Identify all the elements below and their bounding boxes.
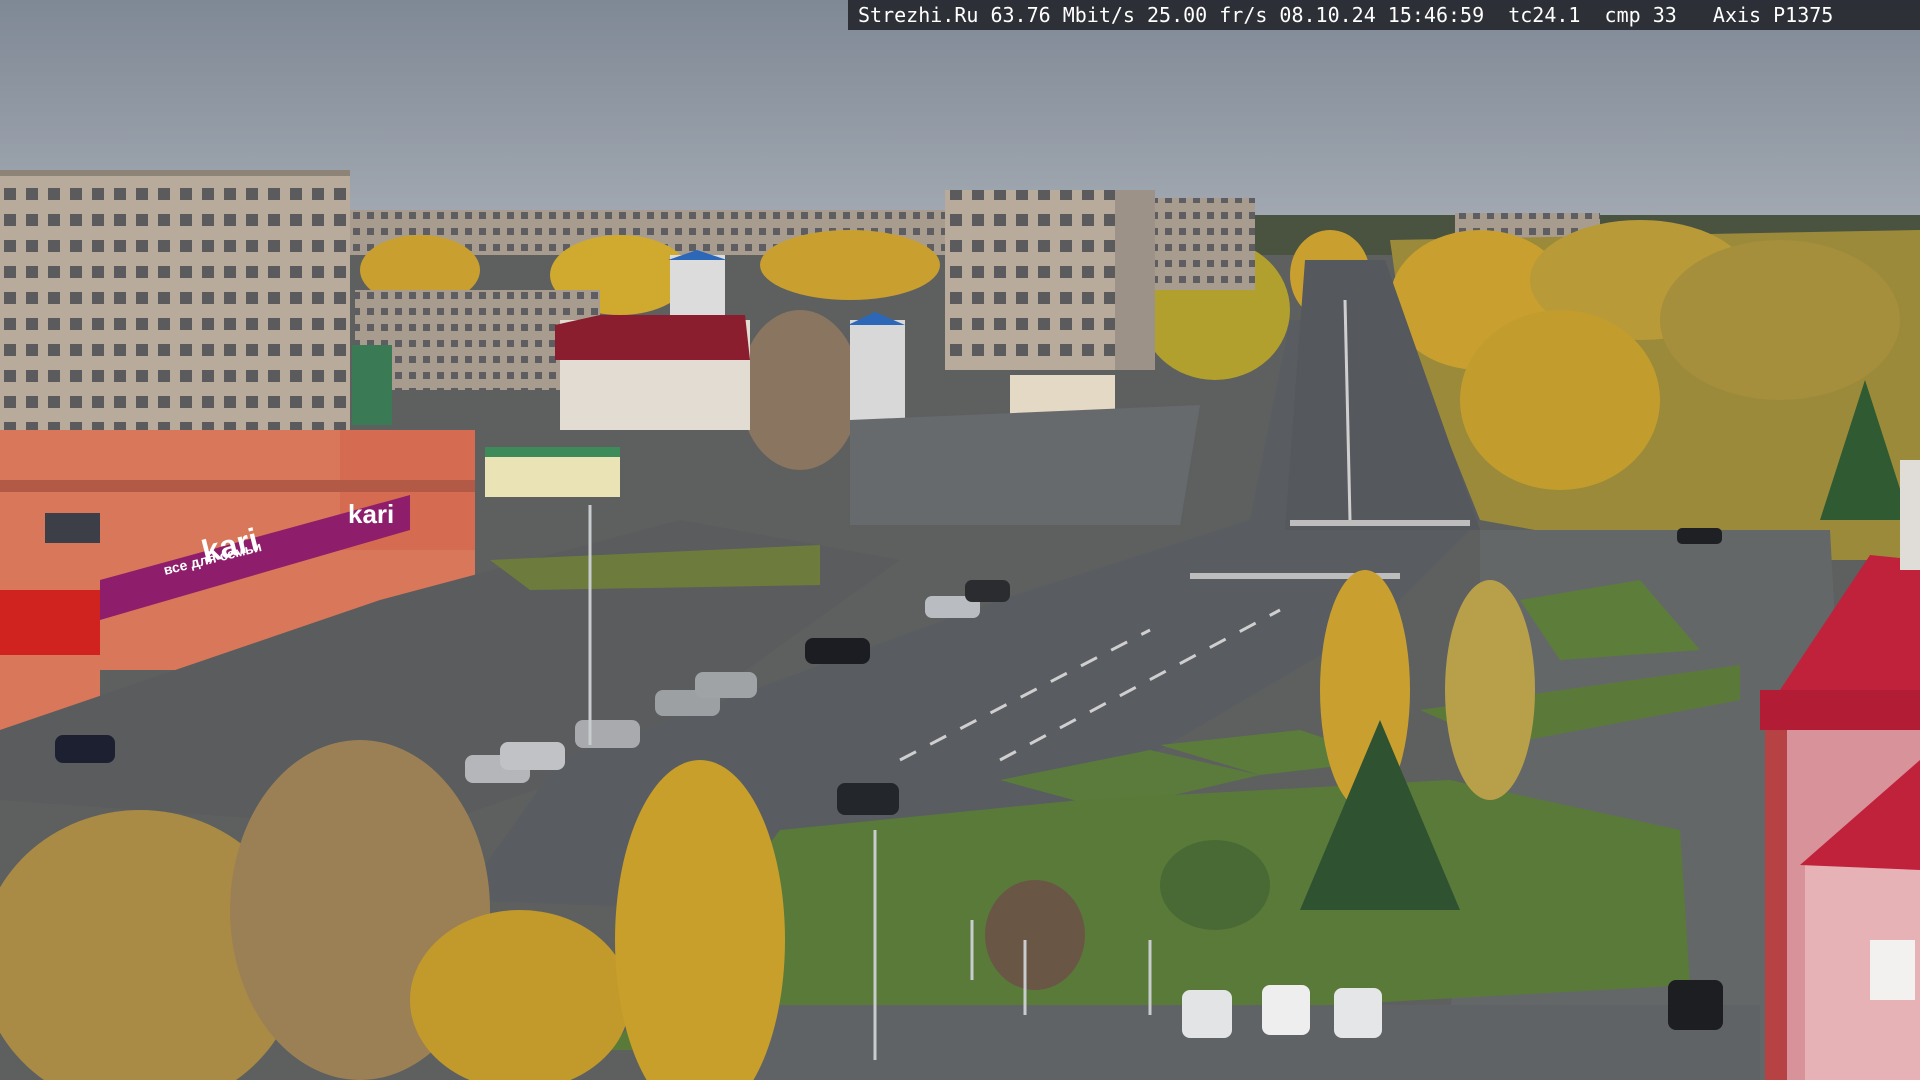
central-square bbox=[850, 405, 1200, 525]
street-camera-view: kari kari все для семьи bbox=[0, 0, 1920, 1080]
camera-osd-overlay: Strezhi.Ru 63.76 Mbit/s 25.00 fr/s 08.10… bbox=[848, 0, 1920, 30]
store-sign-upper: kari bbox=[348, 499, 394, 529]
